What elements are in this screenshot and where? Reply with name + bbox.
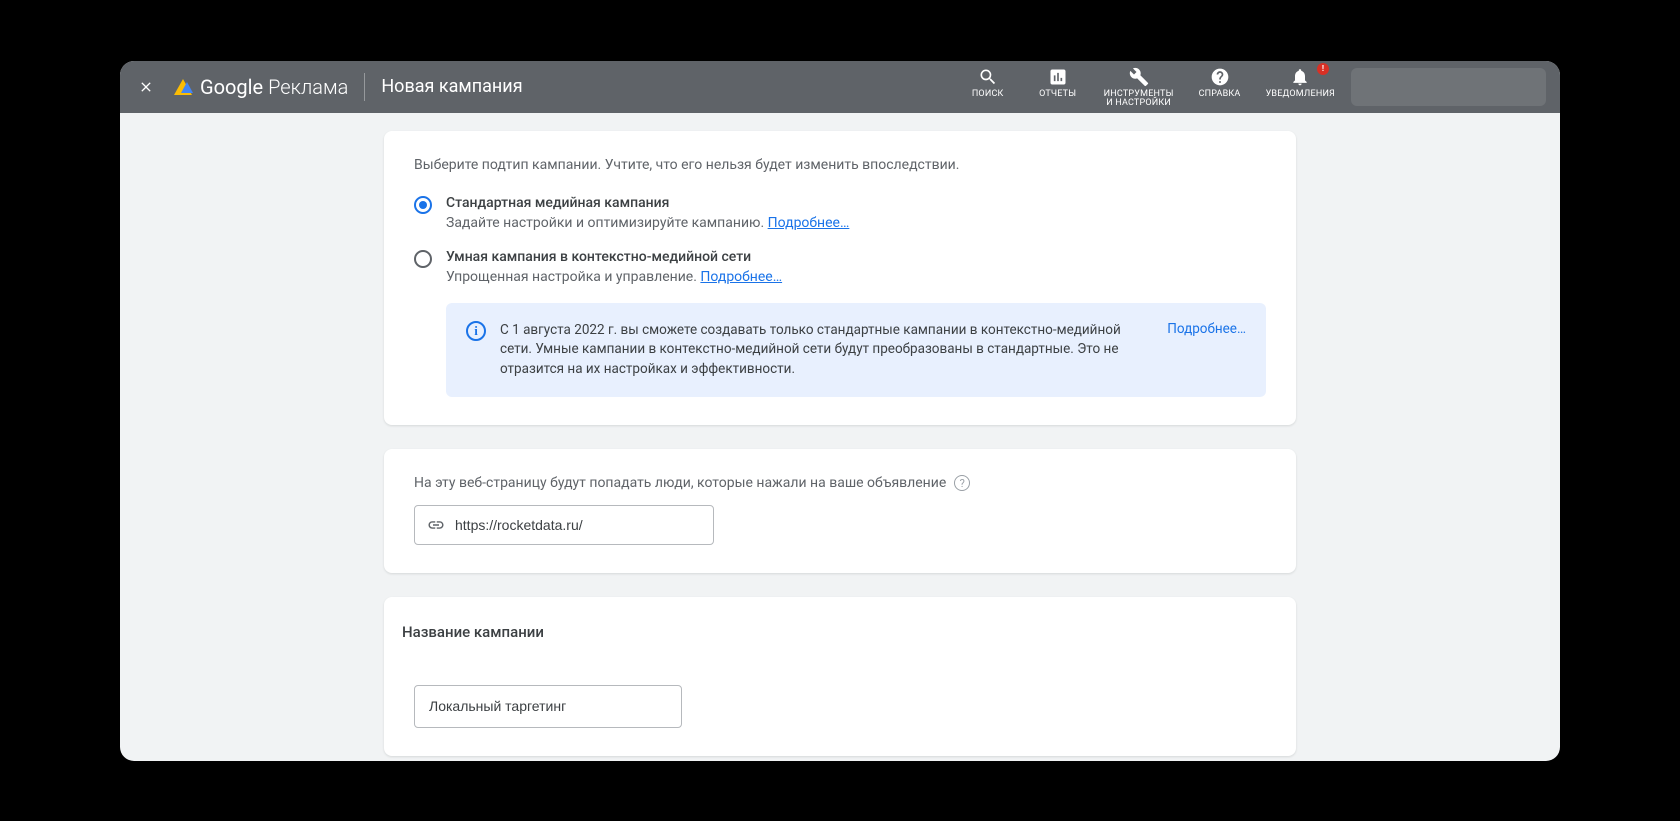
learn-more-link[interactable]: Подробнее…	[768, 215, 850, 231]
nav-help-label: СПРАВКА	[1199, 90, 1241, 99]
landing-url-field[interactable]	[455, 517, 701, 533]
nav-help[interactable]: СПРАВКА	[1196, 67, 1244, 99]
radio-icon[interactable]	[414, 250, 432, 268]
landing-url-card: На эту веб-страницу будут попадать люди,…	[384, 449, 1296, 573]
campaign-name-input[interactable]	[414, 685, 682, 728]
notification-badge: !	[1317, 63, 1329, 75]
nav-search[interactable]: ПОИСК	[964, 67, 1012, 99]
nav-tools[interactable]: ИНСТРУМЕНТЫИ НАСТРОЙКИ	[1104, 67, 1174, 109]
radio-option-standard[interactable]: Стандартная медийная кампания Задайте на…	[414, 195, 1266, 231]
radio-icon[interactable]	[414, 196, 432, 214]
campaign-name-card: Название кампании	[384, 597, 1296, 756]
top-bar: Google Реклама Новая кампания ПОИСК ОТЧЕ…	[120, 61, 1560, 113]
help-tooltip-icon[interactable]: ?	[954, 475, 970, 491]
brand-product: Реклама	[268, 75, 348, 99]
page-title: Новая кампания	[381, 76, 522, 97]
brand-text: Google Реклама	[200, 75, 348, 99]
header-nav: ПОИСК ОТЧЕТЫ ИНСТРУМЕНТЫИ НАСТРОЙКИ СПРА…	[964, 61, 1335, 113]
radio-option-smart-desc: Упрощенная настройка и управление. Подро…	[446, 269, 782, 285]
divider	[364, 73, 365, 101]
bell-icon	[1290, 67, 1310, 87]
radio-option-smart-title: Умная кампания в контекстно-медийной сет…	[446, 249, 782, 265]
wrench-icon	[1129, 67, 1149, 87]
landing-url-input[interactable]	[414, 505, 714, 545]
app-window: Google Реклама Новая кампания ПОИСК ОТЧЕ…	[120, 61, 1560, 761]
campaign-name-heading: Название кампании	[402, 623, 1266, 641]
subtype-instruction: Выберите подтип кампании. Учтите, что ег…	[414, 157, 1266, 173]
link-icon	[427, 516, 445, 534]
radio-option-standard-desc: Задайте настройки и оптимизируйте кампан…	[446, 215, 849, 231]
google-ads-logo: Google Реклама	[174, 75, 348, 99]
nav-notifications-label: УВЕДОМЛЕНИЯ	[1266, 90, 1335, 99]
landing-url-label: На эту веб-страницу будут попадать люди,…	[414, 475, 946, 491]
close-icon[interactable]	[134, 75, 158, 99]
search-icon	[978, 67, 998, 87]
brand-google: Google	[200, 75, 263, 99]
nav-notifications[interactable]: ! УВЕДОМЛЕНИЯ	[1266, 67, 1335, 99]
info-learn-more-link[interactable]: Подробнее…	[1167, 321, 1246, 337]
campaign-subtype-card: Выберите подтип кампании. Учтите, что ег…	[384, 131, 1296, 426]
radio-option-smart[interactable]: Умная кампания в контекстно-медийной сет…	[414, 249, 1266, 285]
info-banner: i С 1 августа 2022 г. вы сможете создава…	[446, 303, 1266, 398]
nav-reports-label: ОТЧЕТЫ	[1039, 90, 1076, 99]
nav-search-label: ПОИСК	[972, 90, 1004, 99]
radio-option-standard-title: Стандартная медийная кампания	[446, 195, 849, 211]
main-content: Выберите подтип кампании. Учтите, что ег…	[120, 113, 1560, 761]
help-icon	[1210, 67, 1230, 87]
ads-logo-icon	[174, 79, 192, 95]
info-icon: i	[466, 321, 486, 341]
chart-icon	[1048, 67, 1068, 87]
info-banner-text: С 1 августа 2022 г. вы сможете создавать…	[500, 321, 1153, 380]
nav-reports[interactable]: ОТЧЕТЫ	[1034, 67, 1082, 99]
learn-more-link[interactable]: Подробнее…	[700, 269, 782, 285]
campaign-name-field[interactable]	[429, 698, 667, 714]
header-search-box[interactable]	[1351, 68, 1546, 106]
nav-tools-label: ИНСТРУМЕНТЫИ НАСТРОЙКИ	[1104, 90, 1174, 109]
